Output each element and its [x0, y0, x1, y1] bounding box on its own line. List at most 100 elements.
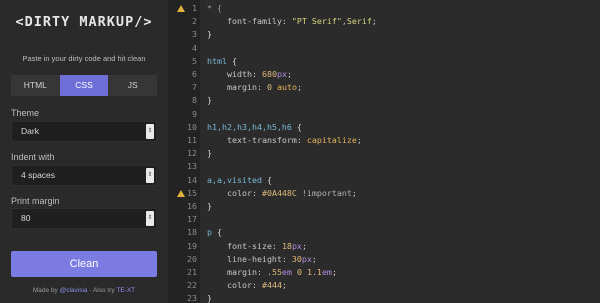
- theme-select[interactable]: Dark ⇕: [11, 121, 157, 142]
- line-number: 9: [192, 108, 197, 119]
- code-line: color: #0A448C !important;: [207, 187, 357, 200]
- code-line: text-transform: capitalize;: [207, 134, 362, 147]
- chevron-icon: ⇕: [146, 124, 154, 139]
- line-number: 17: [187, 214, 197, 225]
- line-number: 12: [187, 148, 197, 159]
- code-token: em: [321, 267, 332, 277]
- tab-css[interactable]: CSS: [59, 75, 109, 96]
- indent-select[interactable]: 4 spaces ⇕: [11, 165, 157, 186]
- code-editor[interactable]: 1 2 3 4 5 6 7 8 9 10 11 12 13 14 15 16 17 18 19 20 21 22 23 * …: [168, 0, 600, 303]
- line-number: 20: [187, 253, 197, 264]
- code-token: }: [207, 95, 212, 106]
- code-token: {: [226, 55, 237, 66]
- code-token: ;: [301, 240, 307, 251]
- code-token: * {: [207, 3, 222, 13]
- code-token: ;: [311, 253, 317, 264]
- line-number: 14: [187, 174, 197, 185]
- code-token: 680: [261, 69, 277, 79]
- code-token: color:: [207, 280, 262, 291]
- code-token: font-family:: [207, 16, 292, 27]
- code-token: ;: [286, 69, 292, 79]
- line-number: 19: [187, 240, 197, 251]
- code-token: {: [261, 174, 272, 185]
- code-token: ;: [371, 16, 377, 27]
- code-token: ;: [331, 267, 337, 277]
- code-token: html: [207, 55, 227, 66]
- code-line: margin: 0 auto;: [207, 81, 302, 94]
- code-token: #444: [261, 280, 282, 291]
- code-token: px: [291, 240, 302, 251]
- code-line: color: #444;: [207, 279, 287, 292]
- chevron-icon: ⇕: [146, 168, 154, 183]
- line-number: 22: [187, 280, 197, 291]
- code-token: a,a,visited: [207, 174, 262, 185]
- footer-made-by: Made by: [32, 287, 58, 294]
- line-number: 10: [187, 121, 197, 132]
- clean-button[interactable]: Clean: [11, 251, 157, 277]
- line-number: 16: [187, 201, 197, 211]
- code-token: em: [281, 267, 292, 277]
- chevron-icon: ⇕: [146, 211, 154, 226]
- line-number: 11: [187, 135, 197, 145]
- code-line: a,a,visited {: [207, 174, 272, 187]
- line-number: 13: [187, 161, 197, 172]
- code-token: width:: [207, 69, 262, 79]
- code-line: }: [207, 292, 212, 303]
- warning-icon[interactable]: [177, 5, 185, 12]
- code-token: px: [301, 253, 312, 264]
- code-line: html {: [207, 55, 237, 68]
- theme-value: Dark: [21, 126, 39, 136]
- code-token: !important: [296, 187, 352, 198]
- code-token: text-transform:: [207, 135, 307, 145]
- tab-js[interactable]: JS: [108, 75, 158, 96]
- code-token: #0A448C: [261, 187, 297, 198]
- code-token: ;: [351, 187, 357, 198]
- code-token: line-height:: [207, 253, 292, 264]
- code-token: 18: [281, 240, 292, 251]
- code-token: auto: [276, 82, 297, 93]
- code-line: font-size: 18px;: [207, 240, 307, 253]
- line-number: 21: [187, 267, 197, 277]
- sidebar: <DIRTY MARKUP/> Paste in your dirty code…: [0, 0, 168, 303]
- code-token: 30: [291, 253, 302, 264]
- code-token: .55: [266, 267, 282, 277]
- code-area[interactable]: * { font-family: "PT Serif",Serif;} html …: [200, 0, 600, 303]
- code-token: {: [212, 227, 222, 238]
- code-line: h1,h2,h3,h4,h5,h6 {: [207, 121, 302, 134]
- code-token: Serif: [346, 16, 372, 27]
- print-margin-select[interactable]: 80 ⇕: [11, 208, 157, 229]
- line-number: 4: [192, 42, 197, 53]
- logo: <DIRTY MARKUP/>: [15, 14, 153, 30]
- line-number: 8: [192, 95, 197, 106]
- code-line: }: [207, 200, 212, 213]
- code-line: line-height: 30px;: [207, 253, 317, 266]
- code-token: }: [207, 148, 212, 159]
- code-token: ;: [281, 280, 287, 291]
- code-token: }: [207, 201, 212, 211]
- editor-scrollbar[interactable]: [592, 0, 600, 303]
- code-line: * {: [207, 2, 222, 15]
- code-line: width: 680px;: [207, 68, 292, 81]
- code-token: }: [207, 29, 212, 40]
- indent-label: Indent with: [11, 152, 55, 162]
- code-token: margin:: [207, 267, 267, 277]
- code-token: ;: [296, 82, 302, 93]
- code-token: 0 1.1: [296, 267, 322, 277]
- indent-value: 4 spaces: [21, 170, 56, 180]
- code-line: p {: [207, 226, 222, 239]
- code-line: }: [207, 147, 212, 160]
- tab-html[interactable]: HTML: [11, 75, 60, 96]
- author-link[interactable]: @clavisia: [60, 287, 88, 294]
- line-number: 3: [192, 29, 197, 40]
- code-token: ;: [356, 135, 362, 145]
- print-margin-label: Print margin: [11, 196, 60, 206]
- language-tabs: HTML CSS JS: [11, 75, 158, 96]
- code-token: {: [291, 121, 302, 132]
- code-token: px: [276, 69, 287, 79]
- texte-link[interactable]: TE-XT: [116, 287, 135, 294]
- print-margin-value: 80: [21, 213, 31, 223]
- code-token: capitalize: [306, 135, 357, 145]
- warning-icon[interactable]: [177, 189, 185, 197]
- line-number: 18: [187, 227, 197, 238]
- line-number: 5: [192, 55, 197, 66]
